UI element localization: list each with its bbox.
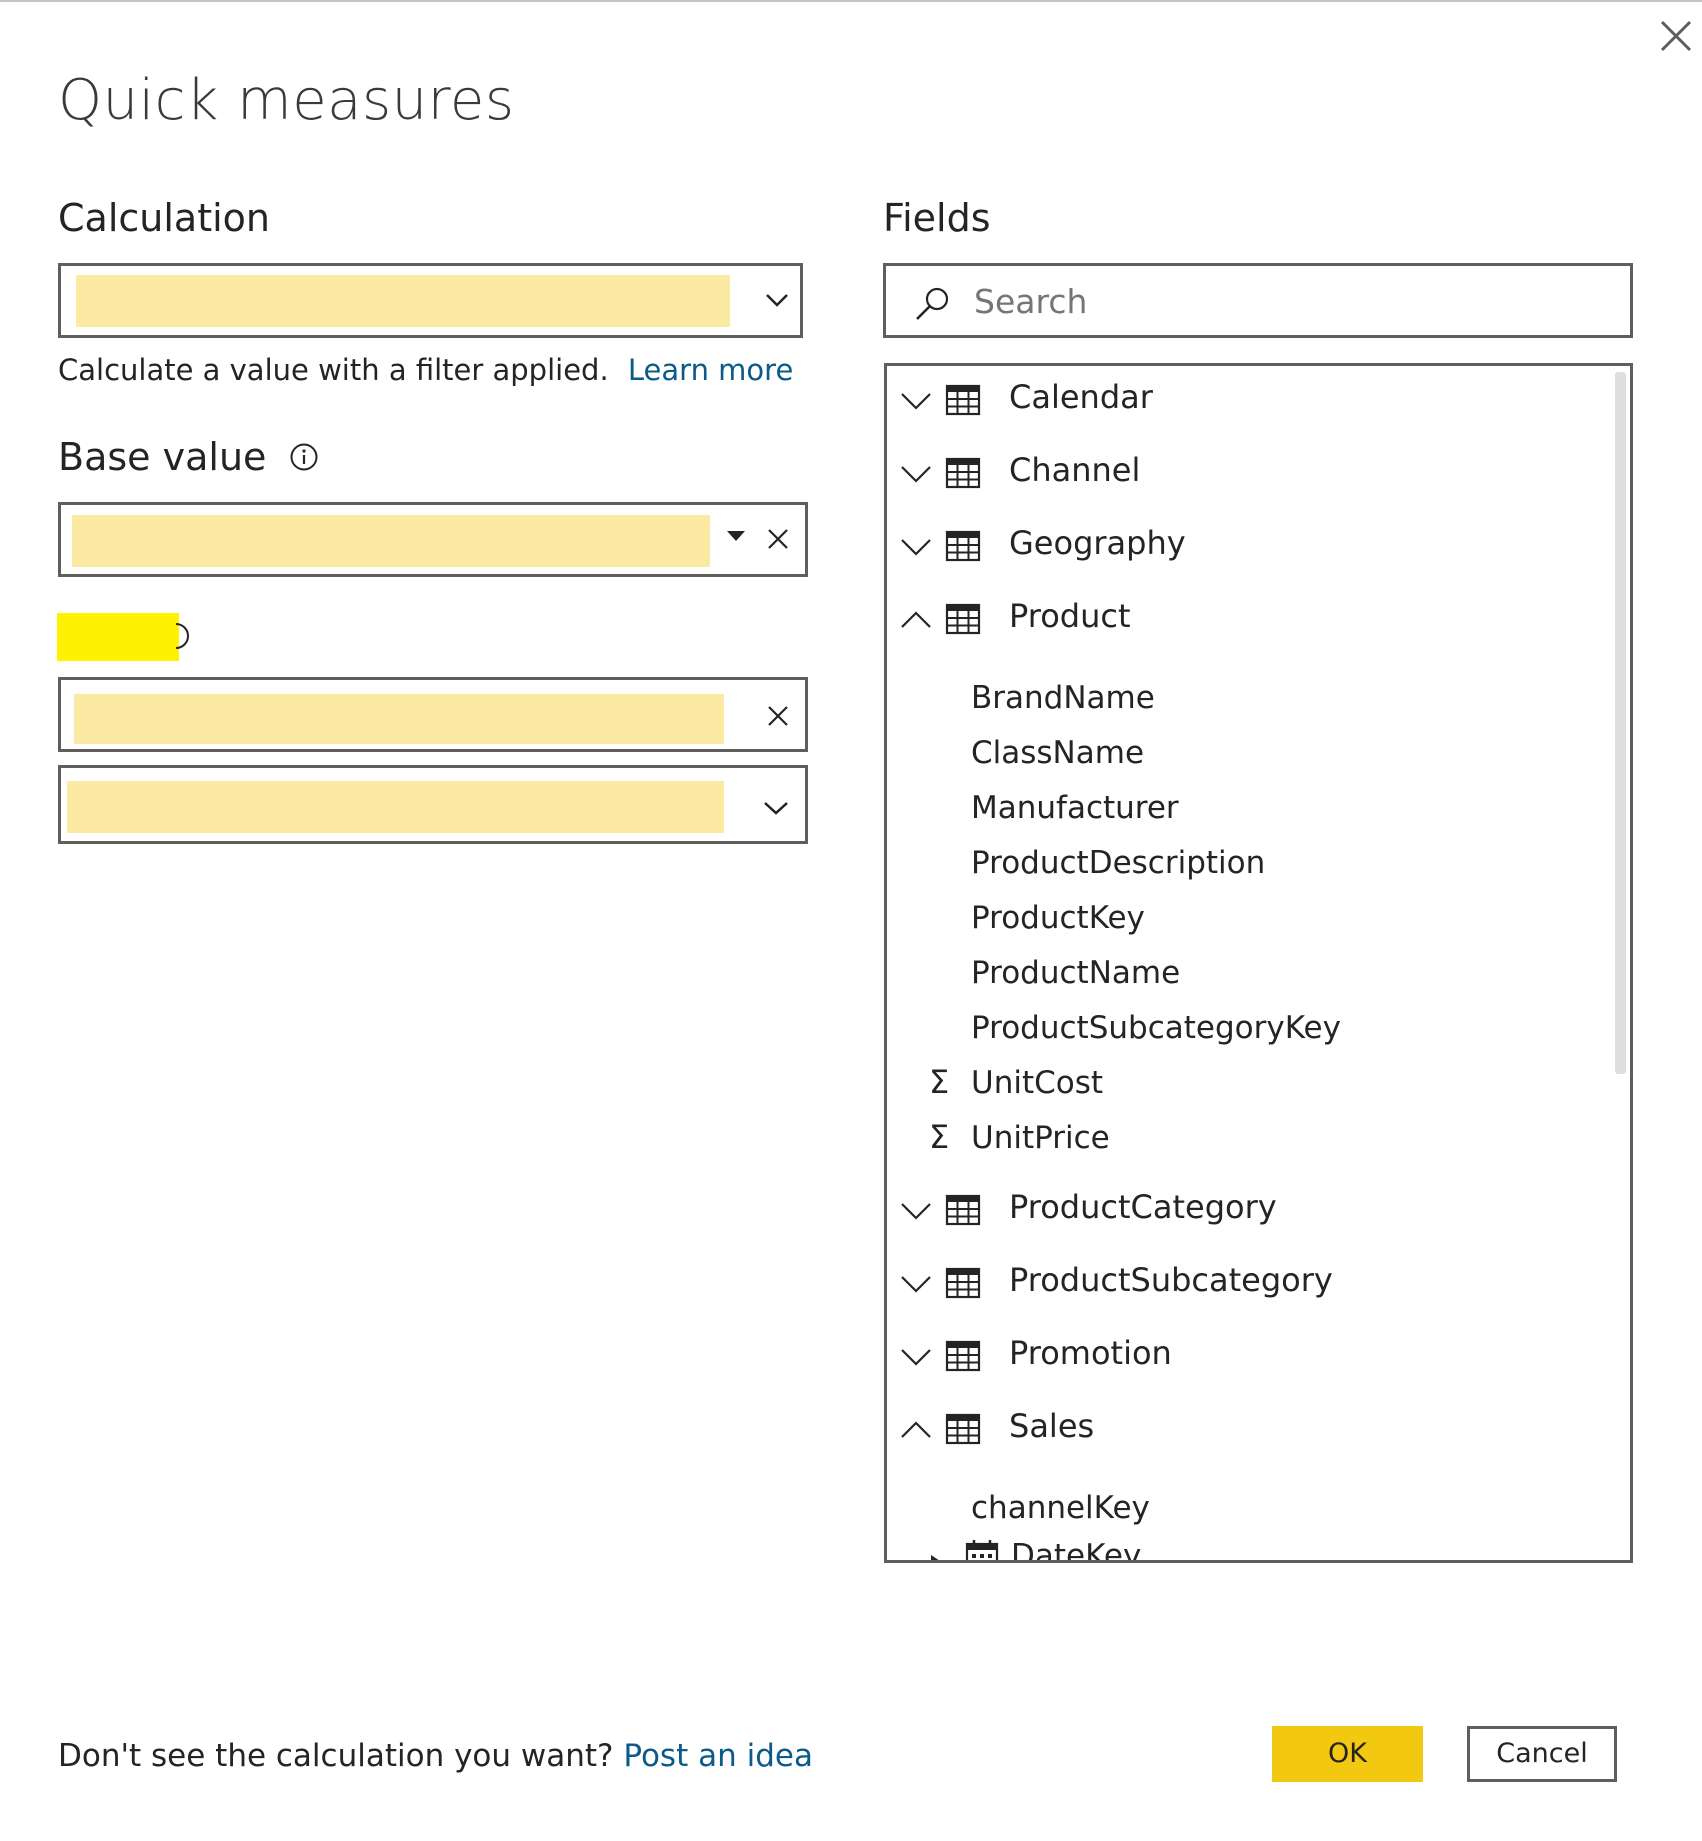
table-icon [945, 603, 981, 635]
table-icon [945, 384, 981, 416]
close-icon [1660, 20, 1692, 52]
calendar-icon [965, 1540, 999, 1560]
chevron-down-icon[interactable] [899, 459, 933, 489]
table-name: Calendar [1009, 378, 1153, 416]
field-item-productdescription[interactable]: ProductDescription [887, 839, 1617, 893]
chevron-up-icon[interactable] [899, 605, 933, 635]
table-icon [945, 530, 981, 562]
table-row-calendar[interactable]: Calendar [887, 366, 1617, 436]
chevron-down-icon[interactable] [899, 1342, 933, 1372]
fields-search[interactable] [883, 263, 1633, 338]
info-icon[interactable] [289, 442, 319, 472]
search-icon [916, 287, 949, 320]
footer-prompt-line: Don't see the calculation you want? Post… [58, 1738, 813, 1774]
table-name: Channel [1009, 451, 1141, 489]
field-item-classname[interactable]: ClassName [887, 729, 1617, 783]
chevron-up-icon[interactable] [899, 1415, 933, 1445]
field-name: ProductDescription [971, 845, 1266, 881]
field-item-brandname[interactable]: BrandName [887, 674, 1617, 728]
cancel-button[interactable]: Cancel [1467, 1726, 1617, 1782]
chevron-down-icon[interactable] [899, 1269, 933, 1299]
field-name: channelKey [971, 1490, 1150, 1526]
table-row-productcategory[interactable]: ProductCategory [887, 1176, 1617, 1246]
field-item-productkey[interactable]: ProductKey [887, 894, 1617, 948]
fields-label: Fields [883, 196, 991, 240]
field-item-datekey[interactable]: DateKey [887, 1532, 1617, 1563]
filter-selected [74, 694, 724, 744]
field-name: ProductSubcategoryKey [971, 1010, 1341, 1046]
dropdown-arrow-icon[interactable] [725, 529, 747, 543]
base-value-field[interactable] [58, 502, 808, 577]
field-name: BrandName [971, 680, 1155, 716]
table-row-promotion[interactable]: Promotion [887, 1322, 1617, 1392]
footer-prompt: Don't see the calculation you want? [58, 1738, 614, 1774]
field-item-unitcost[interactable]: Σ UnitCost [887, 1059, 1617, 1113]
filter-field[interactable] [58, 677, 808, 752]
close-button[interactable] [1656, 16, 1696, 56]
table-row-sales[interactable]: Sales [887, 1395, 1617, 1465]
field-item-unitprice[interactable]: Σ UnitPrice [887, 1114, 1617, 1168]
learn-more-link[interactable]: Learn more [628, 353, 793, 387]
field-item-productsubcategorykey[interactable]: ProductSubcategoryKey [887, 1004, 1617, 1058]
ok-button[interactable]: OK [1272, 1726, 1423, 1782]
table-icon [945, 1340, 981, 1372]
chevron-down-icon[interactable] [899, 532, 933, 562]
clear-icon[interactable] [766, 527, 790, 551]
table-name: Geography [1009, 524, 1186, 562]
base-value-selected [72, 515, 710, 567]
calculation-description: Calculate a value with a filter applied. [58, 353, 609, 387]
clear-icon[interactable] [766, 704, 790, 728]
field-name: Manufacturer [971, 790, 1179, 826]
chevron-down-icon [766, 294, 788, 307]
sigma-icon: Σ [929, 1118, 950, 1156]
base-value-label-text: Base value [58, 435, 267, 479]
table-name: Sales [1009, 1407, 1095, 1445]
calculation-selected-value [76, 275, 730, 327]
fields-list[interactable]: Calendar Channel Geography Product Brand… [884, 363, 1633, 1563]
table-icon [945, 1194, 981, 1226]
field-name: UnitPrice [971, 1120, 1110, 1156]
chevron-down-icon [764, 802, 788, 815]
field-name: ClassName [971, 735, 1145, 771]
calculation-dropdown[interactable] [58, 263, 803, 338]
expand-arrow-icon[interactable] [929, 1554, 941, 1563]
chevron-down-icon[interactable] [899, 1196, 933, 1226]
table-name: ProductCategory [1009, 1188, 1277, 1226]
filter-label [57, 613, 179, 661]
table-row-geography[interactable]: Geography [887, 512, 1617, 582]
field-name: UnitCost [971, 1065, 1104, 1101]
search-input[interactable] [974, 276, 1574, 326]
table-icon [945, 1413, 981, 1445]
table-icon [945, 1267, 981, 1299]
table-row-productsubcategory[interactable]: ProductSubcategory [887, 1249, 1617, 1319]
table-icon [945, 457, 981, 489]
field-item-manufacturer[interactable]: Manufacturer [887, 784, 1617, 838]
field-name: ProductName [971, 955, 1181, 991]
field-name: ProductKey [971, 900, 1145, 936]
dialog-title: Quick measures [58, 68, 515, 133]
calculation-description-line: Calculate a value with a filter applied.… [58, 353, 793, 387]
table-name: Promotion [1009, 1334, 1172, 1372]
top-border [0, 0, 1702, 2]
table-row-product[interactable]: Product [887, 585, 1617, 655]
post-idea-link[interactable]: Post an idea [623, 1738, 813, 1774]
field-name: DateKey [1011, 1538, 1142, 1563]
table-name: Product [1009, 597, 1131, 635]
filter-value-dropdown[interactable] [58, 765, 808, 844]
table-name: ProductSubcategory [1009, 1261, 1333, 1299]
sigma-icon: Σ [929, 1063, 950, 1101]
calculation-label: Calculation [58, 196, 270, 240]
info-icon-partial [175, 623, 189, 649]
base-value-label: Base value [58, 435, 319, 479]
field-item-productname[interactable]: ProductName [887, 949, 1617, 1003]
chevron-down-icon[interactable] [899, 386, 933, 416]
field-item-channelkey[interactable]: channelKey [887, 1484, 1617, 1538]
table-row-channel[interactable]: Channel [887, 439, 1617, 509]
filter-dropdown-selected [67, 781, 724, 833]
